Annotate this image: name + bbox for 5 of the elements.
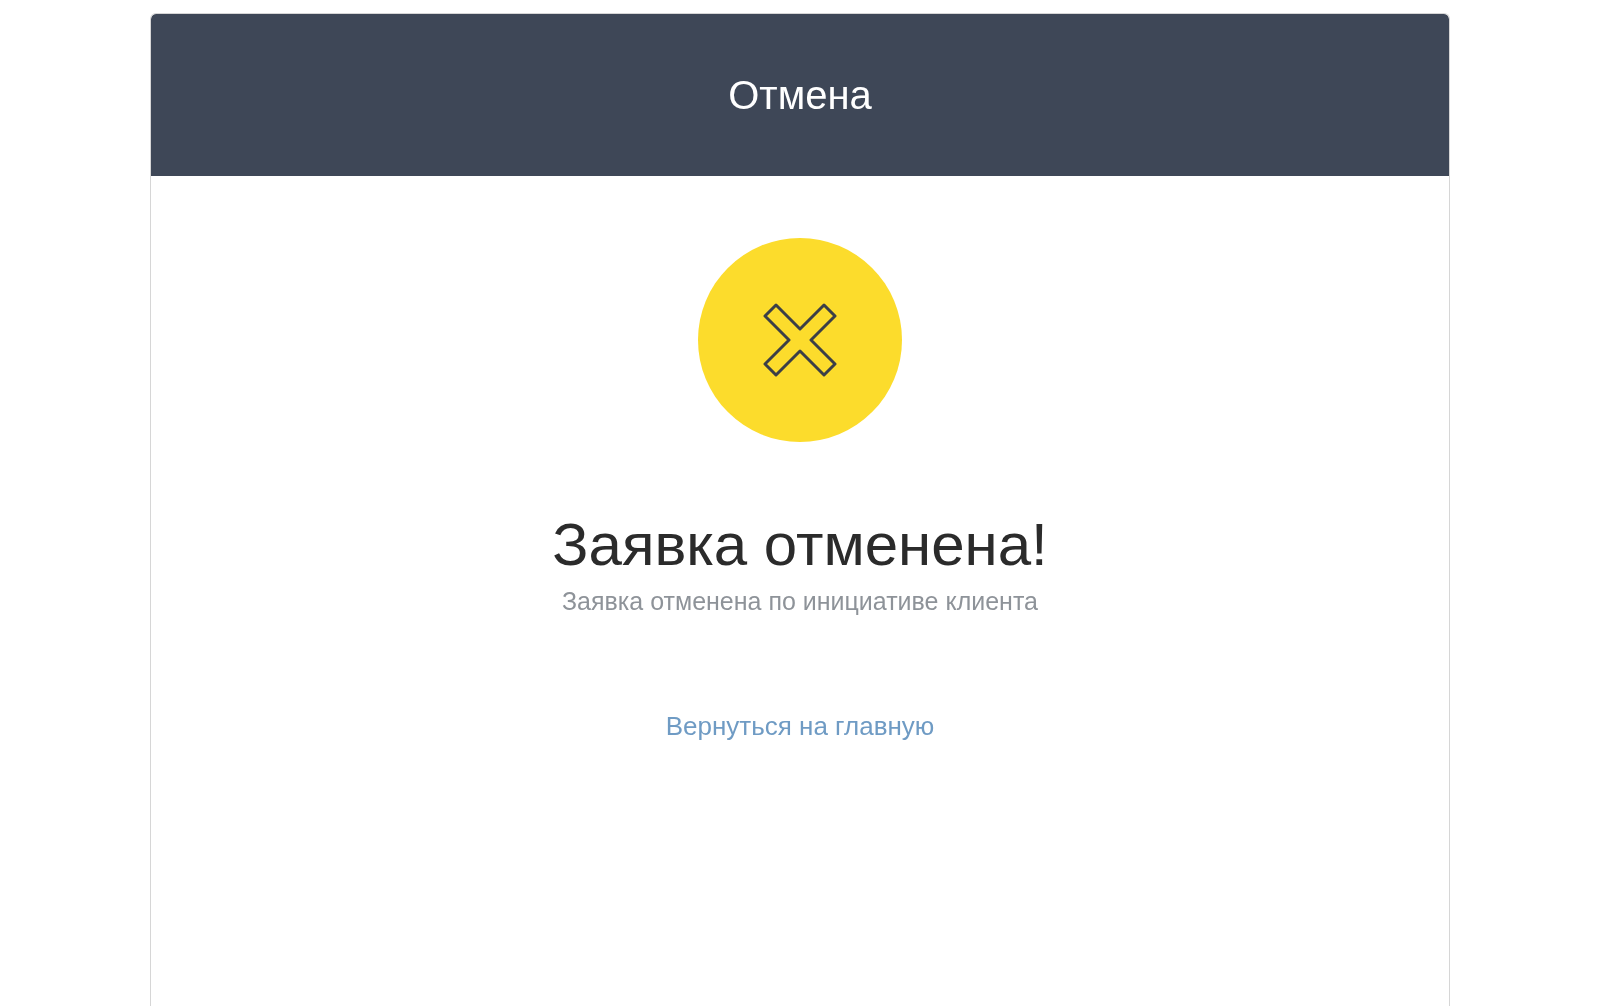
status-title: Заявка отменена! [552, 510, 1048, 579]
status-message: Заявка отменена по инициативе клиента [562, 587, 1038, 616]
home-link[interactable]: Вернуться на главную [665, 711, 935, 742]
close-icon [763, 303, 837, 377]
page-title: Отмена [728, 72, 872, 118]
